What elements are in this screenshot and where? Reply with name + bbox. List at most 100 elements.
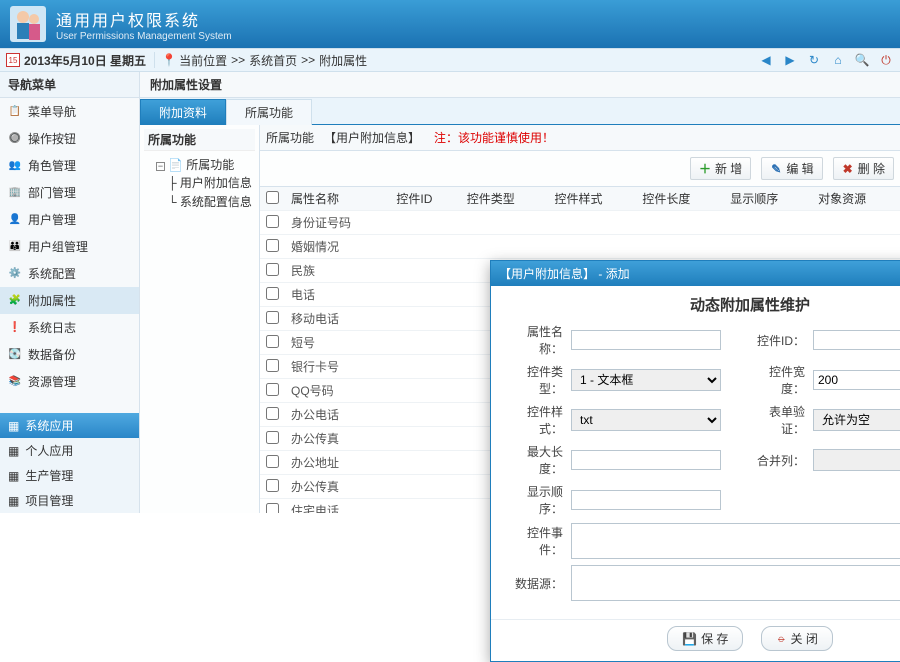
- tree-root[interactable]: −📄 所属功能 ├ 用户附加信息 └ 系统配置信息: [156, 155, 255, 212]
- home-icon[interactable]: ⌂: [830, 52, 846, 68]
- add-button[interactable]: ＋新 增: [690, 157, 751, 180]
- sidebar-item-label: 菜单导航: [28, 103, 76, 120]
- sidebar-item[interactable]: 🔘 操作按钮: [0, 125, 139, 152]
- forward-icon[interactable]: ▶: [782, 52, 798, 68]
- action-icon: 🔘: [8, 132, 22, 146]
- breadcrumb-part[interactable]: 附加属性: [319, 52, 367, 69]
- column-header[interactable]: 对象资源: [812, 187, 900, 211]
- label-data-src: 数据源：: [507, 575, 563, 592]
- sidebar-item-label: 用户管理: [28, 211, 76, 228]
- table-row[interactable]: 身份证号码: [260, 211, 900, 235]
- data-src-input[interactable]: [571, 565, 900, 601]
- row-checkbox[interactable]: [266, 263, 279, 276]
- refresh-icon[interactable]: ↻: [806, 52, 822, 68]
- sidebar-item[interactable]: 💽数据备份: [0, 341, 139, 368]
- column-header[interactable]: 控件长度: [636, 187, 724, 211]
- sidebar-item-label: 资源管理: [28, 373, 76, 390]
- folder-icon: ▦: [8, 469, 19, 483]
- cell-attr-name: 身份证号码: [285, 211, 390, 235]
- toolbar: 2013年5月10日 星期五 📍 当前位置 >> 系统首页 >> 附加属性 ◀ …: [0, 48, 900, 72]
- sidebar-group[interactable]: ▦项目管理: [0, 488, 139, 513]
- sidebar-item[interactable]: 📋菜单导航: [0, 98, 139, 125]
- attr-name-input[interactable]: [571, 330, 721, 350]
- ctrl-event-input[interactable]: [571, 523, 900, 559]
- ctrl-width-input[interactable]: [813, 370, 900, 390]
- column-header[interactable]: 控件样式: [549, 187, 637, 211]
- sidebar-item[interactable]: 👤用户管理: [0, 206, 139, 233]
- cell-attr-name: QQ号码: [285, 379, 390, 403]
- ctrl-id-input[interactable]: [813, 330, 900, 350]
- row-checkbox[interactable]: [266, 215, 279, 228]
- sidebar: 导航菜单 📋菜单导航🔘操作按钮👥角色管理🏢部门管理👤用户管理👪用户组管理⚙️系统…: [0, 72, 140, 513]
- max-len-input[interactable]: [571, 450, 721, 470]
- tab-belong-fn[interactable]: 所属功能: [226, 99, 312, 125]
- config-icon: ⚙️: [8, 267, 22, 281]
- edit-button[interactable]: ✎编 辑: [761, 157, 822, 180]
- close-button[interactable]: ⦵关 闭: [761, 626, 832, 651]
- content: 附加属性设置 附加资料 所属功能 所属功能 −📄 所属功能 ├ 用户附加信息 └…: [140, 72, 900, 513]
- row-checkbox[interactable]: [266, 503, 279, 514]
- sidebar-item[interactable]: 📚资源管理: [0, 368, 139, 395]
- sidebar-item-label: 数据备份: [28, 346, 76, 363]
- row-checkbox[interactable]: [266, 479, 279, 492]
- grid-warning: 注：该功能谨慎使用！: [434, 129, 554, 146]
- sidebar-item-label: 操作按钮: [28, 130, 76, 147]
- app-header: 通用用户权限系统 User Permissions Management Sys…: [0, 0, 900, 48]
- save-button[interactable]: 💾保 存: [667, 626, 743, 651]
- tree-node[interactable]: ├ 用户附加信息: [168, 173, 255, 192]
- delete-button[interactable]: ✖删 除: [833, 157, 894, 180]
- sidebar-group[interactable]: ▦个人应用: [0, 438, 139, 463]
- row-checkbox[interactable]: [266, 311, 279, 324]
- row-checkbox[interactable]: [266, 431, 279, 444]
- date-text: 2013年5月10日 星期五: [24, 52, 146, 69]
- table-row[interactable]: 婚姻情况: [260, 235, 900, 259]
- column-header[interactable]: 显示顺序: [724, 187, 812, 211]
- row-checkbox[interactable]: [266, 335, 279, 348]
- app-subtitle: User Permissions Management System: [56, 31, 232, 42]
- label-ctrl-event: 控件事件：: [507, 524, 563, 558]
- merge-col-select[interactable]: [813, 449, 900, 471]
- disp-order-input[interactable]: [571, 490, 721, 510]
- row-checkbox[interactable]: [266, 239, 279, 252]
- select-all-checkbox[interactable]: [266, 191, 279, 204]
- dialog-titlebar[interactable]: 【用户附加信息】 - 添加 ✕: [491, 261, 900, 286]
- ctrl-type-select[interactable]: 1 - 文本框: [571, 369, 721, 391]
- cell-attr-name: 办公地址: [285, 451, 390, 475]
- form-valid-select[interactable]: 允许为空: [813, 409, 900, 431]
- ctrl-style-select[interactable]: txt: [571, 409, 721, 431]
- column-header[interactable]: 控件ID: [390, 187, 460, 211]
- sidebar-group[interactable]: ▦生产管理: [0, 463, 139, 488]
- sidebar-group[interactable]: ▦系统应用: [0, 413, 139, 438]
- row-checkbox[interactable]: [266, 455, 279, 468]
- cell-attr-name: 电话: [285, 283, 390, 307]
- sidebar-item-label: 用户组管理: [28, 238, 88, 255]
- collapse-icon[interactable]: −: [156, 162, 165, 171]
- back-icon[interactable]: ◀: [758, 52, 774, 68]
- sidebar-item[interactable]: 👥角色管理: [0, 152, 139, 179]
- label-ctrl-width: 控件宽度：: [749, 363, 805, 397]
- power-icon[interactable]: ⏻: [878, 52, 894, 68]
- folder-icon: ▦: [8, 444, 19, 458]
- attr-icon: 🧩: [8, 294, 22, 308]
- breadcrumb-part[interactable]: 系统首页: [249, 52, 297, 69]
- folder-icon: ▦: [8, 494, 19, 508]
- sidebar-item[interactable]: ⚙️系统配置: [0, 260, 139, 287]
- tree-node[interactable]: └ 系统配置信息: [168, 192, 255, 211]
- sidebar-item[interactable]: 🏢部门管理: [0, 179, 139, 206]
- row-checkbox[interactable]: [266, 287, 279, 300]
- row-checkbox[interactable]: [266, 359, 279, 372]
- cell-attr-name: 办公电话: [285, 403, 390, 427]
- search-icon[interactable]: 🔍: [854, 52, 870, 68]
- column-header[interactable]: 属性名称: [285, 187, 390, 211]
- role-icon: 👥: [8, 159, 22, 173]
- sidebar-item[interactable]: 👪用户组管理: [0, 233, 139, 260]
- sidebar-item[interactable]: 🧩附加属性: [0, 287, 139, 314]
- row-checkbox[interactable]: [266, 383, 279, 396]
- tab-attr-data[interactable]: 附加资料: [140, 99, 226, 125]
- column-header[interactable]: 控件类型: [461, 187, 549, 211]
- sidebar-item[interactable]: ❗系统日志: [0, 314, 139, 341]
- add-dialog: 【用户附加信息】 - 添加 ✕ 动态附加属性维护 属性名称： 控件ID： 控件类…: [490, 260, 900, 662]
- close-icon: ⦵: [776, 631, 786, 646]
- row-checkbox[interactable]: [266, 407, 279, 420]
- plus-icon: ＋: [699, 163, 711, 175]
